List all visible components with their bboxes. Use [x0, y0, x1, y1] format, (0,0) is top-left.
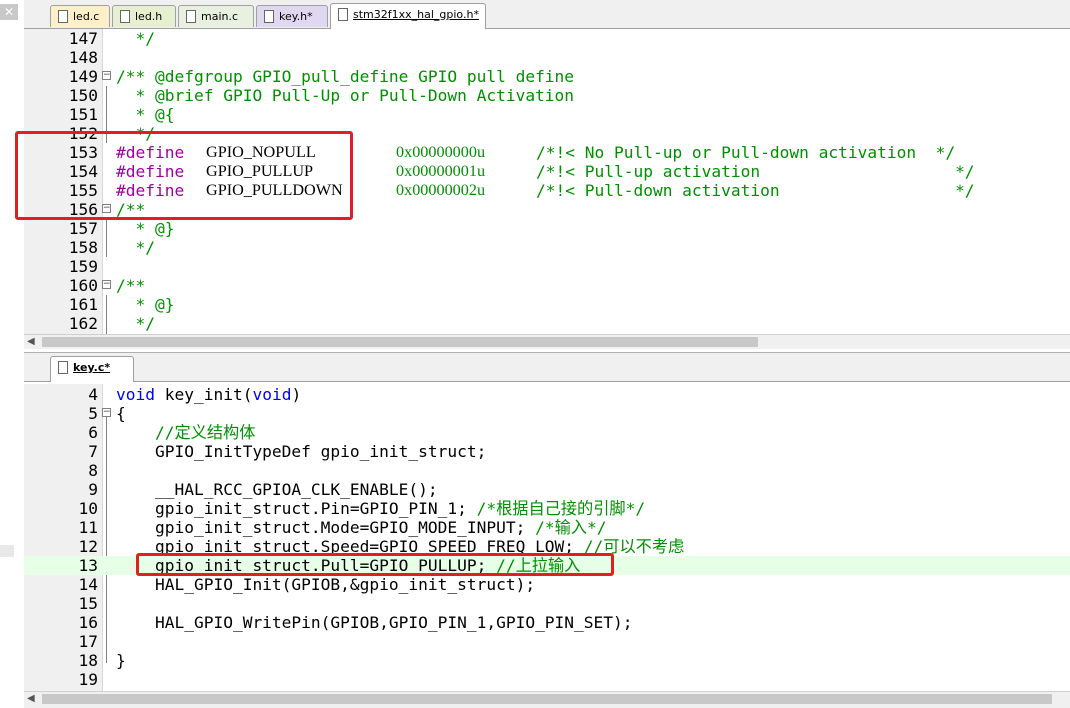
tab-key-h[interactable]: key.h*: [256, 5, 328, 27]
tab-led-c[interactable]: led.c: [50, 5, 110, 27]
fold-toggle-icon[interactable]: −: [102, 408, 111, 417]
line-marker: [0, 545, 14, 557]
file-icon: [58, 361, 68, 374]
tab-key-c[interactable]: key.c*: [50, 356, 134, 382]
tab-bar-top: led.c led.h main.c key.h* stm32f1xx_hal_…: [24, 0, 1070, 29]
file-icon: [58, 10, 68, 23]
code-area-bottom[interactable]: 4 void key_init(void) 5−{ 6 //定义结构体 7 GPI…: [24, 384, 1070, 691]
fold-toggle-icon[interactable]: −: [102, 71, 111, 80]
code-line: 159: [68, 257, 98, 276]
tab-bar-bottom: key.c*: [24, 353, 1070, 382]
file-icon: [338, 8, 348, 21]
code-line: 148: [68, 48, 98, 67]
code-line: 150 * @brief GPIO Pull-Up or Pull-Down A…: [68, 86, 575, 105]
file-icon: [186, 10, 196, 23]
annotation-box-defines: [15, 131, 353, 220]
code-line: 157 * @}: [68, 219, 175, 238]
code-line: 15: [78, 594, 99, 613]
code-line: 19: [78, 670, 99, 689]
scrollbar-thumb[interactable]: [42, 694, 1052, 704]
code-line: 6 //定义结构体: [88, 423, 256, 442]
tab-led-h[interactable]: led.h: [112, 5, 176, 27]
annotation-box-pull: [136, 553, 614, 576]
code-line: 162 */: [68, 314, 155, 333]
horizontal-scrollbar-bottom[interactable]: ◀: [24, 691, 1070, 708]
code-line: 16 HAL_GPIO_WritePin(GPIOB,GPIO_PIN_1,GP…: [78, 613, 633, 632]
editor-pane-bottom: key.c* 4 void key_init(void) 5−{ 6 //定义结构…: [24, 352, 1070, 708]
close-icon[interactable]: ✕: [0, 4, 18, 20]
code-line: 18}: [78, 651, 126, 670]
file-icon: [264, 10, 274, 23]
horizontal-scrollbar-top[interactable]: ◀: [24, 334, 1070, 349]
file-icon: [120, 10, 130, 23]
left-pane-strip: ✕: [0, 0, 25, 706]
code-line: 149−/** @defgroup GPIO_pull_define GPIO …: [68, 67, 575, 86]
fold-toggle-icon[interactable]: −: [102, 280, 111, 289]
code-line: 147 */: [68, 29, 155, 48]
code-line: 4 void key_init(void): [88, 385, 302, 404]
code-line: 158 */: [68, 238, 155, 257]
scroll-left-icon[interactable]: ◀: [27, 335, 35, 349]
code-line: 161 * @}: [68, 295, 175, 314]
code-line: 14 HAL_GPIO_Init(GPIOB,&gpio_init_struct…: [78, 575, 536, 594]
scroll-left-icon[interactable]: ◀: [27, 692, 35, 706]
code-line: 7 GPIO_InitTypeDef gpio_init_struct;: [88, 442, 487, 461]
code-line: 10 gpio_init_struct.Pin=GPIO_PIN_1; /*根据…: [78, 499, 646, 518]
scrollbar-thumb[interactable]: [42, 337, 758, 347]
code-line: 11 gpio_init_struct.Mode=GPIO_MODE_INPUT…: [78, 518, 607, 537]
tab-stm32f1xx-hal-gpio-h[interactable]: stm32f1xx_hal_gpio.h*: [330, 3, 486, 29]
code-line: 5−{: [88, 404, 126, 423]
code-line: 17: [78, 632, 99, 651]
code-line: 151 * @{: [68, 105, 175, 124]
code-line: 160−/**: [68, 276, 146, 295]
tab-main-c[interactable]: main.c: [178, 5, 254, 27]
code-line: 8: [88, 461, 98, 480]
code-line: 9 __HAL_RCC_GPIOA_CLK_ENABLE();: [88, 480, 438, 499]
